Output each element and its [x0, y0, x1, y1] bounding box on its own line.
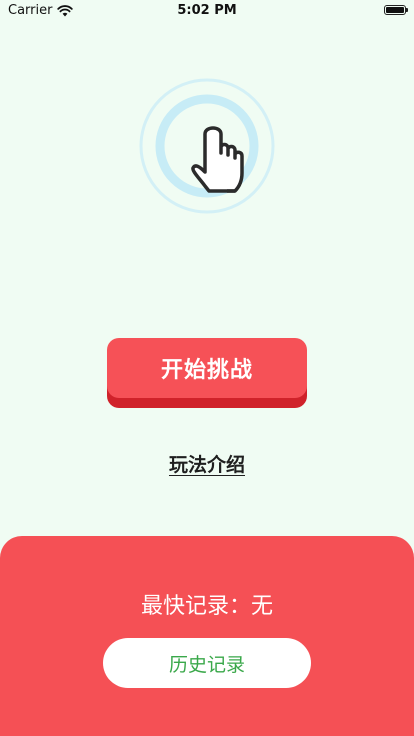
status-time: 5:02 PM	[177, 3, 237, 18]
best-record-text: 最快记录：无	[140, 594, 273, 619]
bottom-panel: 最快记录：无 历史记录	[0, 536, 414, 736]
start-challenge-label: 开始挑战	[107, 338, 307, 398]
tap-hand-icon	[139, 78, 275, 214]
history-records-button[interactable]: 历史记录	[103, 638, 311, 688]
how-to-play-link[interactable]: 玩法介绍	[0, 450, 414, 477]
start-challenge-button[interactable]: 开始挑战	[107, 338, 307, 408]
battery-icon	[384, 5, 408, 15]
status-bar: Carrier 5:02 PM	[0, 0, 414, 22]
